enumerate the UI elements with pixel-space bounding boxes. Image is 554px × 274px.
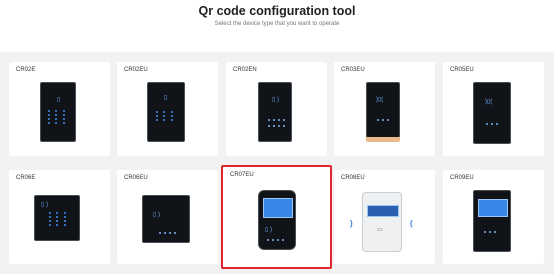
device-image-cr05eu: )▯( xyxy=(473,82,511,144)
device-label: CR06E xyxy=(16,175,36,181)
device-label: CR02EN xyxy=(233,67,257,73)
device-card-cr02en[interactable]: CR02EN ▯ ) xyxy=(226,62,327,156)
device-image-cr07eu: ▯ ) xyxy=(258,190,296,250)
device-label: CR07EU xyxy=(230,172,254,178)
device-image-cr06e: ▯ ) xyxy=(34,195,80,241)
device-grid: CR02E ▯ CR02EU ▯ CR02EN ▯ ) CR03EU )▯( C… xyxy=(0,52,554,274)
device-card-cr05eu[interactable]: CR05EU )▯( xyxy=(443,62,544,156)
device-label: CR09EU xyxy=(450,175,474,181)
device-card-cr03eu[interactable]: CR03EU )▯( xyxy=(334,62,435,156)
device-image-cr08eu: ▭ xyxy=(362,192,402,252)
device-image-cr09eu xyxy=(473,190,511,252)
device-label: CR06EU xyxy=(124,175,148,181)
device-card-cr06e[interactable]: CR06E ▯ ) xyxy=(9,170,110,264)
device-label: CR05EU xyxy=(450,67,474,73)
device-card-cr06eu[interactable]: CR06EU ▯ ) xyxy=(117,170,218,264)
device-image-cr02eu: ▯ xyxy=(147,82,185,142)
device-image-cr02en: ▯ ) xyxy=(258,82,292,142)
page-header: Qr code configuration tool Select the de… xyxy=(0,0,554,52)
device-label: CR02EU xyxy=(124,67,148,73)
device-card-cr08eu[interactable]: CR08EU ) ▭ ( xyxy=(334,170,435,264)
device-card-cr02e[interactable]: CR02E ▯ xyxy=(9,62,110,156)
device-label: CR02E xyxy=(16,67,36,73)
page-title: Qr code configuration tool xyxy=(198,4,356,18)
device-card-cr02eu[interactable]: CR02EU ▯ xyxy=(117,62,218,156)
page-subtitle: Select the device type that you want to … xyxy=(214,21,340,27)
device-image-cr03eu: )▯( xyxy=(366,82,400,142)
device-label: CR08EU xyxy=(341,175,365,181)
device-label: CR03EU xyxy=(341,67,365,73)
device-card-cr09eu[interactable]: CR09EU xyxy=(443,170,544,264)
device-image-cr02e: ▯ xyxy=(40,82,76,142)
device-image-cr06eu: ▯ ) xyxy=(142,195,190,243)
device-card-cr07eu[interactable]: CR07EU ▯ ) xyxy=(221,165,332,269)
